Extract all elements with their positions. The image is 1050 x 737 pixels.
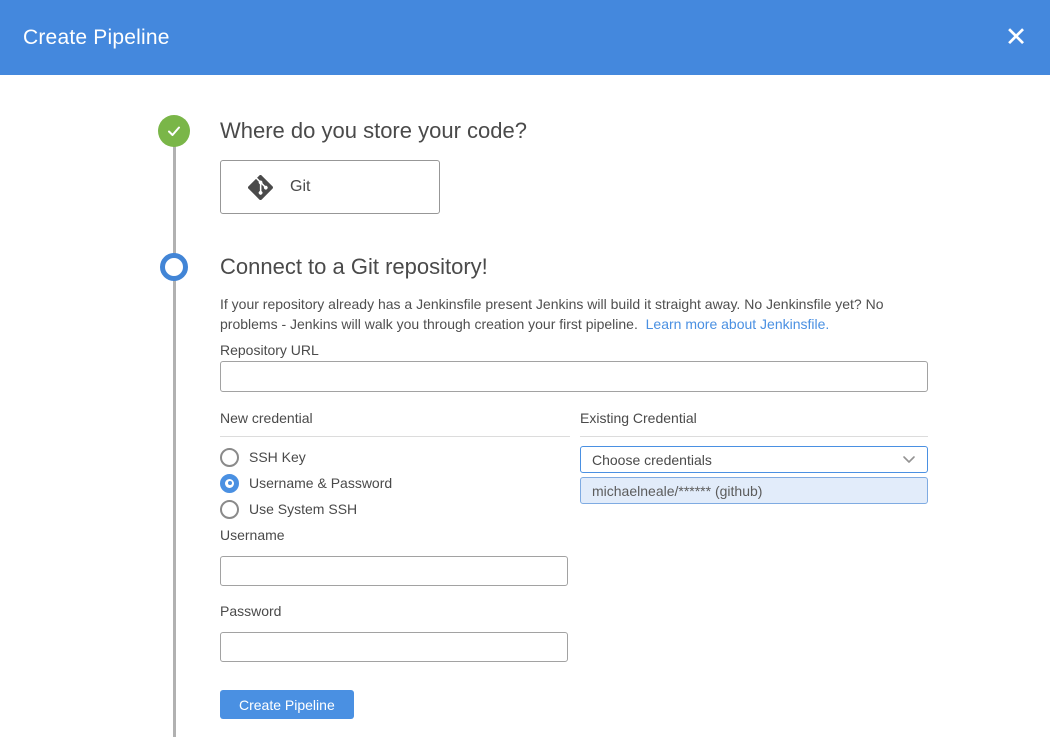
radio-label: SSH Key <box>249 449 306 465</box>
git-icon <box>248 175 273 200</box>
radio-button-icon[interactable] <box>220 474 239 493</box>
step1-heading: Where do you store your code? <box>220 118 527 144</box>
radio-ssh-key[interactable]: SSH Key <box>220 444 570 470</box>
username-label: Username <box>220 527 285 543</box>
radio-button-icon[interactable] <box>220 500 239 519</box>
password-input[interactable] <box>220 632 568 662</box>
page-title: Create Pipeline <box>23 26 170 50</box>
step-connector-line <box>173 131 176 737</box>
credential-type-radio-group: SSH Key Username & Password Use System S… <box>220 444 570 522</box>
new-credential-label: New credential <box>220 410 570 437</box>
password-field-block: Password <box>220 603 568 662</box>
choose-credentials-dropdown[interactable]: Choose credentials <box>580 446 928 473</box>
step2-active-icon <box>160 253 188 281</box>
radio-label: Use System SSH <box>249 501 357 517</box>
jenkinsfile-learn-more-link[interactable]: Learn more about Jenkinsfile. <box>646 316 830 332</box>
password-label: Password <box>220 603 281 619</box>
repository-url-input[interactable] <box>220 361 928 392</box>
dropdown-value: Choose credentials <box>592 452 712 468</box>
checkmark-icon <box>165 122 183 140</box>
radio-use-system-ssh[interactable]: Use System SSH <box>220 496 570 522</box>
step2-heading: Connect to a Git repository! <box>220 254 488 280</box>
radio-username-password[interactable]: Username & Password <box>220 470 570 496</box>
new-credential-section: New credential SSH Key Username & Passwo… <box>220 410 570 522</box>
radio-label: Username & Password <box>249 475 392 491</box>
git-button-label: Git <box>290 178 310 196</box>
existing-credential-section: Existing Credential Choose credentials m… <box>580 410 928 522</box>
create-pipeline-button[interactable]: Create Pipeline <box>220 690 354 719</box>
username-field-block: Username <box>220 527 568 586</box>
step1-complete-icon <box>158 115 190 147</box>
chevron-down-icon <box>902 455 916 464</box>
radio-button-icon[interactable] <box>220 448 239 467</box>
step2-description: If your repository already has a Jenkins… <box>220 294 934 335</box>
username-input[interactable] <box>220 556 568 586</box>
git-scm-button[interactable]: Git <box>220 160 440 214</box>
close-icon[interactable]: ✕ <box>996 18 1036 58</box>
modal-header: Create Pipeline ✕ <box>0 0 1050 75</box>
existing-credential-label: Existing Credential <box>580 410 928 437</box>
credential-columns: New credential SSH Key Username & Passwo… <box>220 410 928 522</box>
repository-url-label: Repository URL <box>220 342 319 358</box>
credential-option-michaelneale[interactable]: michaelneale/****** (github) <box>580 477 928 504</box>
